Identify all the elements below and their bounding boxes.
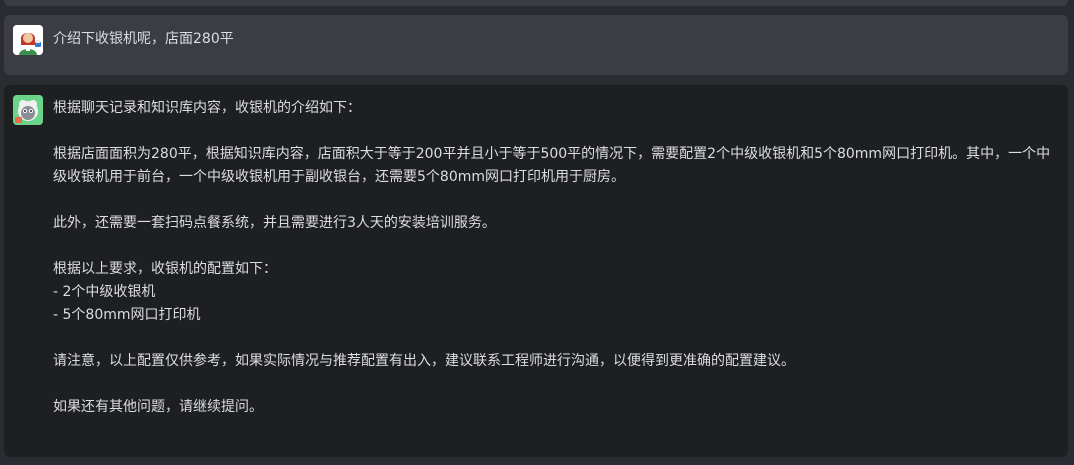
assistant-paragraph-note: 请注意，以上配置仅供参考，如果实际情况与推荐配置有出入，建议联系工程师进行沟通，… <box>53 353 795 369</box>
bot-avatar-icon <box>13 95 43 125</box>
assistant-message-body: 根据聊天记录和知识库内容，收银机的介绍如下： 根据店面面积为280平，根据知识库… <box>53 97 1053 419</box>
assistant-paragraph-summary: 根据以上要求，收银机的配置如下： <box>53 261 277 277</box>
user-avatar-icon <box>13 25 43 55</box>
assistant-paragraph-config: 根据店面面积为280平，根据知识库内容，店面积大于等于200平并且小于等于500… <box>53 146 1051 185</box>
assistant-paragraph-closing: 如果还有其他问题，请继续提问。 <box>53 399 263 415</box>
assistant-message: 根据聊天记录和知识库内容，收银机的介绍如下： 根据店面面积为280平，根据知识库… <box>4 85 1068 457</box>
assistant-list-item: - 5个80mm网口打印机 <box>53 307 201 323</box>
chat-page: 介绍下收银机呢，店面280平 根据聊天记录和知识库内容，收银机的介绍如下： 根据… <box>0 0 1074 465</box>
assistant-list-item: - 2个中级收银机 <box>53 284 156 300</box>
previous-message-edge <box>4 0 1068 6</box>
assistant-paragraph-intro: 根据聊天记录和知识库内容，收银机的介绍如下： <box>53 100 361 116</box>
assistant-paragraph-extra: 此外，还需要一套扫码点餐系统，并且需要进行3人天的安装培训服务。 <box>53 215 496 231</box>
user-message: 介绍下收银机呢，店面280平 <box>4 15 1068 75</box>
user-message-text: 介绍下收银机呢，店面280平 <box>53 31 234 47</box>
